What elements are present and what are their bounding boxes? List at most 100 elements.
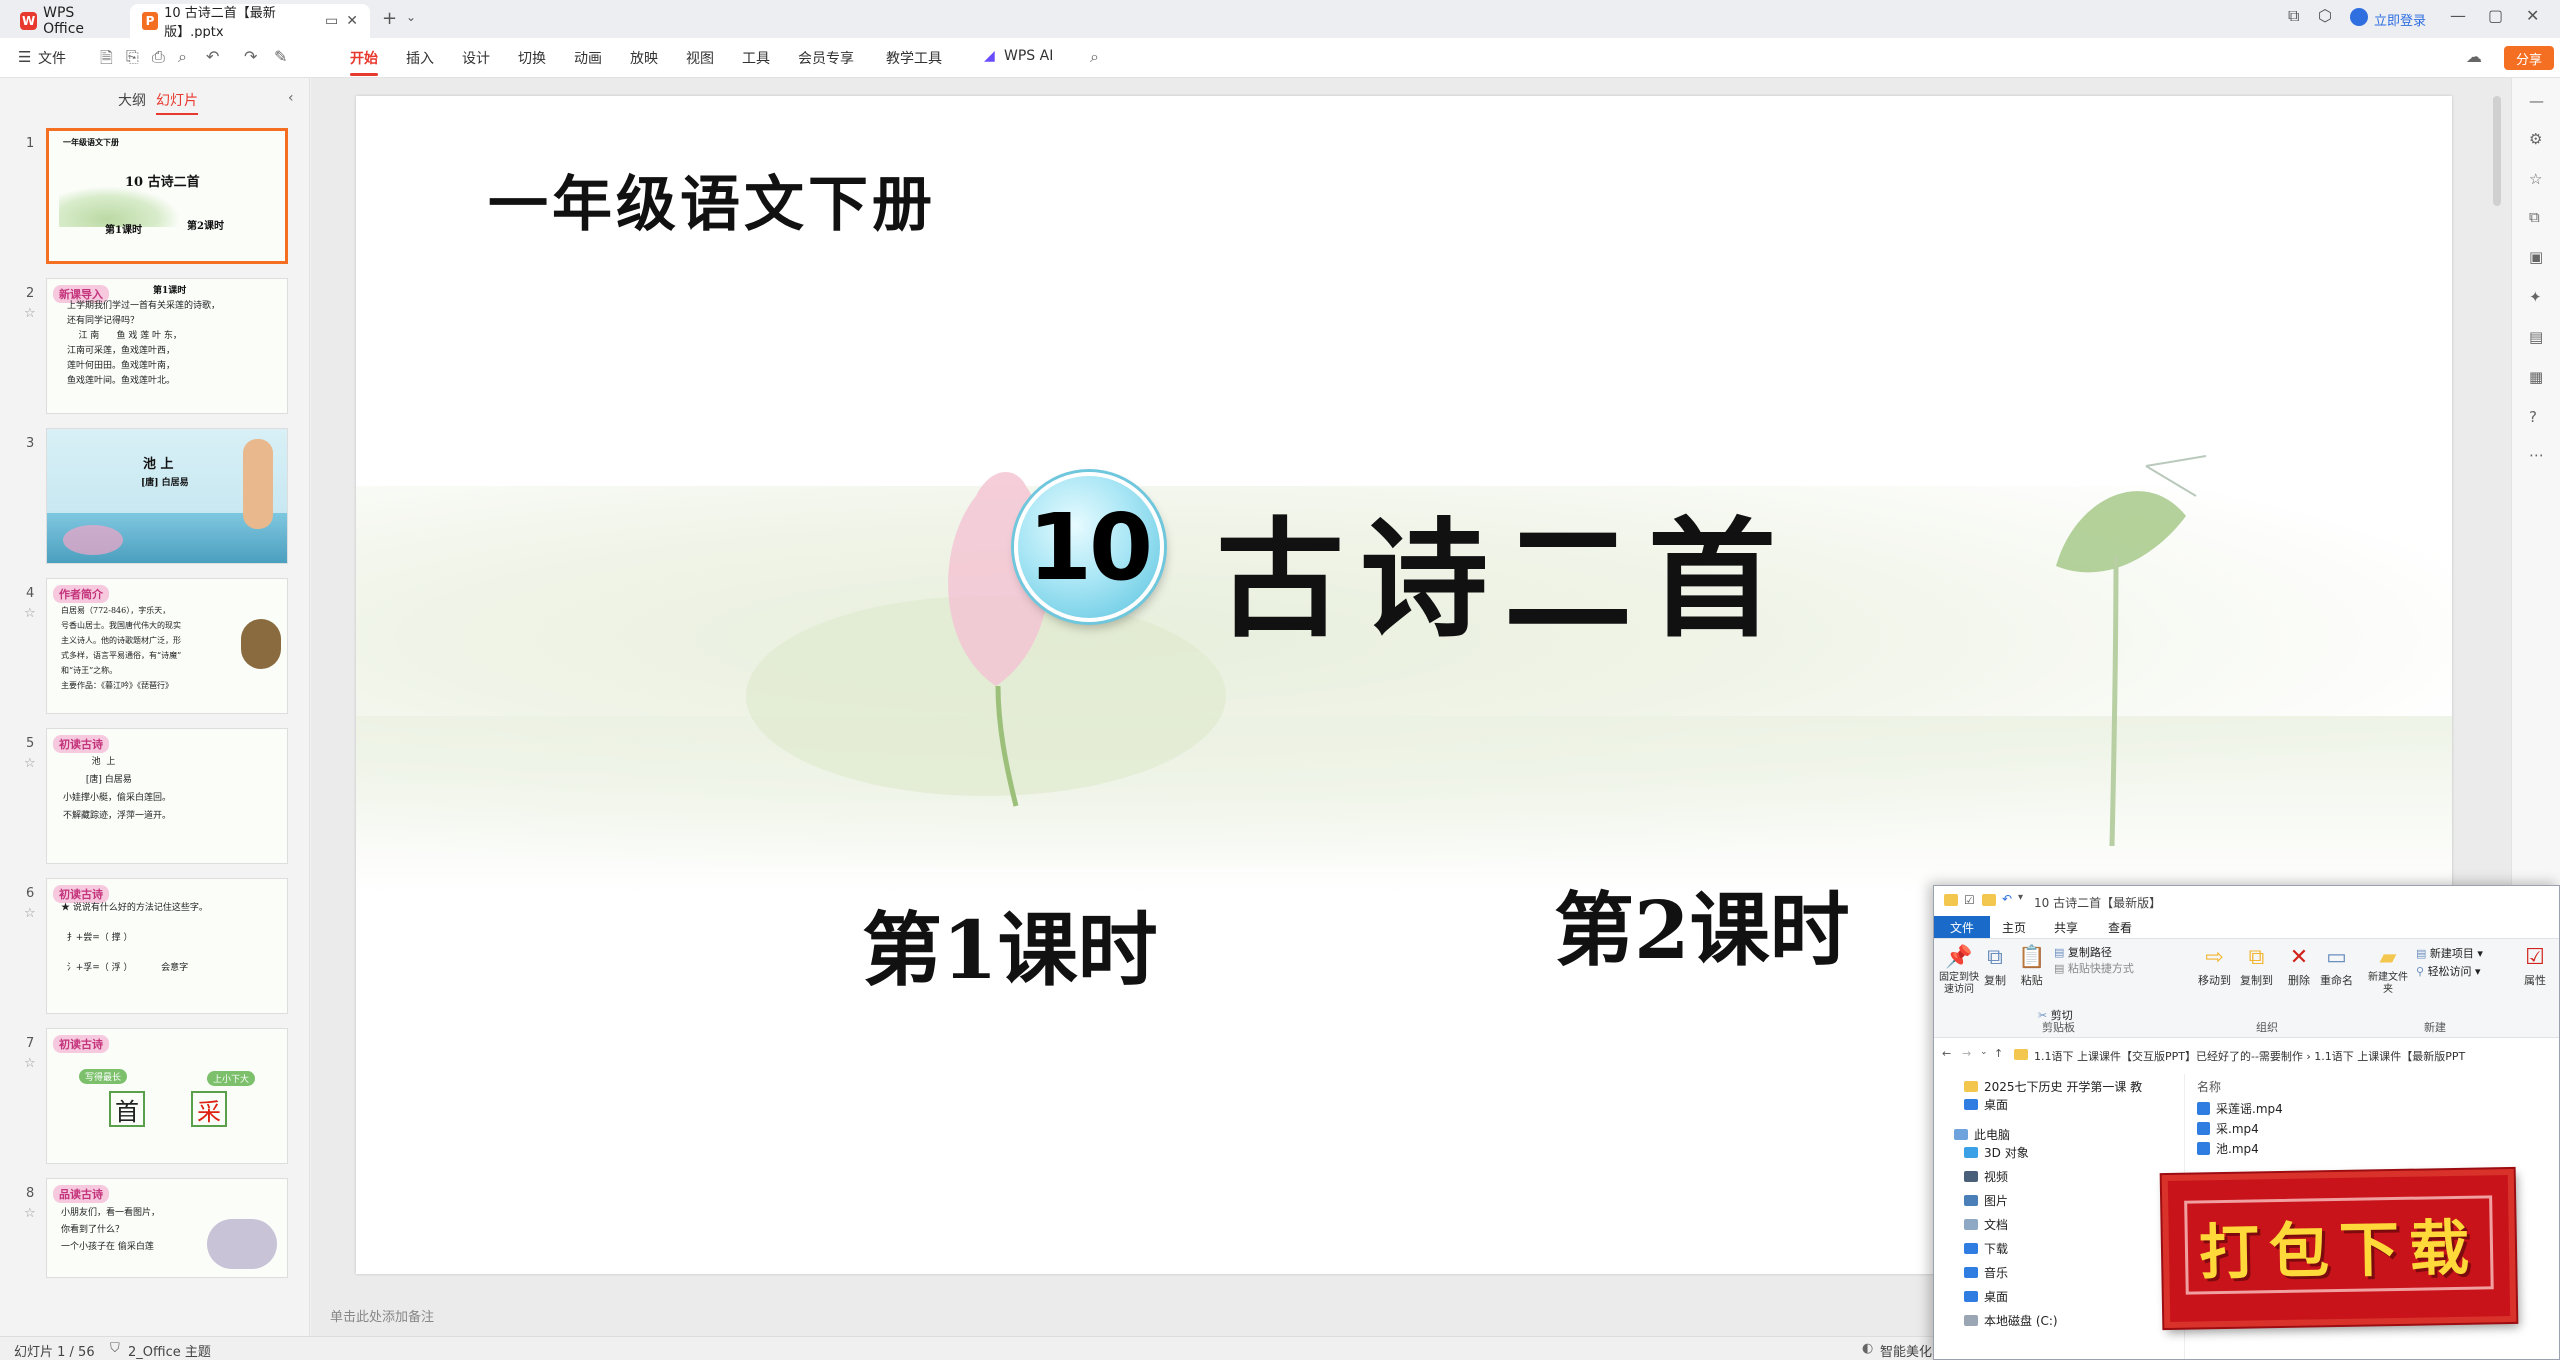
chevron-down-icon[interactable]: ▾ [2018, 892, 2023, 903]
nav-item[interactable]: 本地磁盘 (C:) [1964, 1312, 2058, 1329]
save-icon[interactable]: 🗎 [100, 47, 113, 74]
file-item[interactable]: 池.mp4 [2197, 1140, 2259, 1157]
star-icon[interactable]: ☆ [24, 906, 36, 921]
move-to-button[interactable]: ⇨ 移动到 [2198, 945, 2231, 988]
format-painter-icon[interactable]: ✎ [274, 47, 287, 66]
minus-icon[interactable]: — [2529, 92, 2544, 110]
nav-item[interactable]: 图片 [1964, 1192, 2008, 1209]
slide-heading[interactable]: 一年级语文下册 [488, 156, 936, 243]
slide-thumbnail-4[interactable]: 作者简介 白居易（772-846），字乐天， 号香山居士。我国唐代伟大的现实 主… [46, 578, 288, 714]
hamburger-icon[interactable]: ☰ [18, 48, 31, 66]
new-folder-qa-icon[interactable] [1982, 894, 1996, 906]
avatar-icon[interactable] [2350, 8, 2368, 26]
menu-teaching-tools[interactable]: 教学工具 [886, 48, 942, 68]
menu-insert[interactable]: 插入 [406, 48, 434, 68]
menu-design[interactable]: 设计 [462, 48, 490, 68]
nav-item[interactable]: 桌面 [1964, 1096, 2008, 1113]
search-icon[interactable]: ⌕ [1090, 47, 1099, 67]
magic-icon[interactable]: ✦ [2529, 288, 2542, 306]
properties-qa-icon[interactable]: ☑ [1964, 893, 1975, 907]
lesson-2-label[interactable]: 第2课时 [1554, 866, 1850, 982]
paste-shortcut-button[interactable]: ▤ 粘贴快捷方式 [2054, 961, 2134, 977]
new-folder-button[interactable]: ▰ 新建文件夹 [2368, 945, 2408, 996]
print-icon[interactable]: ⎙ [152, 47, 165, 67]
maximize-icon[interactable]: ▢ [2488, 6, 2503, 25]
undo-icon[interactable]: ↶ [206, 47, 219, 66]
nav-item[interactable]: 下载 [1964, 1240, 2008, 1257]
tab-slides[interactable]: 幻灯片 [156, 90, 198, 115]
recent-chevron-icon[interactable]: ⌄ [1980, 1047, 1988, 1057]
menu-animation[interactable]: 动画 [574, 48, 602, 68]
star-icon[interactable]: ☆ [24, 756, 36, 771]
star-icon[interactable]: ☆ [24, 306, 36, 321]
more-icon[interactable]: ⋯ [2529, 446, 2544, 464]
nav-item[interactable]: 2025七下历史 开学第一课 教 [1964, 1078, 2142, 1095]
login-link[interactable]: 立即登录 [2374, 10, 2426, 29]
layout-icon[interactable]: ⧉ [2288, 6, 2299, 26]
tab-wps-home[interactable]: W WPS Office [8, 4, 128, 38]
back-icon[interactable]: ← [1942, 1047, 1951, 1060]
sliders-icon[interactable]: ⚙ [2529, 130, 2542, 148]
redo-icon[interactable]: ↷ [244, 47, 257, 66]
forward-icon[interactable]: → [1962, 1047, 1971, 1060]
menu-slideshow[interactable]: 放映 [630, 48, 658, 68]
preview-icon[interactable]: ⌕ [178, 47, 187, 67]
menu-file[interactable]: 文件 [38, 48, 66, 68]
minimize-icon[interactable]: — [2450, 6, 2466, 25]
nav-item[interactable]: 文档 [1964, 1216, 2008, 1233]
address-bar[interactable]: 1.1语下 上课课件【交互版PPT】已经好了的--需要制作 › 1.1语下 上课… [2034, 1048, 2465, 1064]
menu-member[interactable]: 会员专享 [798, 48, 854, 68]
slide-thumbnail-5[interactable]: 初读古诗 池 上 [唐] 白居易 小娃撑小艇，偷采白莲回。 不解藏踪迹，浮萍一道… [46, 728, 288, 864]
nav-item[interactable]: 3D 对象 [1964, 1144, 2029, 1161]
nav-item[interactable]: 音乐 [1964, 1264, 2008, 1281]
menu-wps-ai[interactable]: WPS AI [1004, 48, 1053, 64]
menu-home[interactable]: 开始 [350, 48, 378, 76]
tab-home[interactable]: 主页 [2002, 919, 2026, 936]
star-icon[interactable]: ☆ [24, 1056, 36, 1071]
close-tab-icon[interactable]: ✕ [346, 13, 358, 29]
slide-thumbnail-3[interactable]: 池 上 [唐] 白居易 [46, 428, 288, 564]
slide-thumbnail-8[interactable]: 品读古诗 小朋友们，看一看图片， 你看到了什么？ 一个小孩子在 偷采白莲 [46, 1178, 288, 1278]
file-item[interactable]: 采.mp4 [2197, 1120, 2259, 1137]
slide-thumbnail-2[interactable]: 新课导入 第1课时 上学期我们学过一首有关采莲的诗歌， 还有同学记得吗？ 江 南… [46, 278, 288, 414]
file-item[interactable]: 采莲谣.mp4 [2197, 1100, 2283, 1117]
menu-view[interactable]: 视图 [686, 48, 714, 68]
copy-path-button[interactable]: ▤ 复制路径 [2054, 945, 2134, 961]
pin-quick-access-button[interactable]: 📌 固定到快速访问 [1938, 945, 1980, 996]
nav-item[interactable]: 此电脑 [1954, 1126, 2010, 1143]
copy-to-button[interactable]: ⧉ 复制到 [2240, 945, 2273, 988]
monitor-icon[interactable]: ▭ [325, 13, 338, 29]
star-icon[interactable]: ☆ [2529, 170, 2542, 188]
properties-button[interactable]: ☑ 属性 [2524, 945, 2546, 988]
tab-file[interactable]: 文件 [1934, 916, 1990, 938]
lesson-number-badge[interactable]: 10 [1014, 472, 1164, 622]
cloud-icon[interactable]: ☁ [2466, 47, 2482, 66]
nav-item[interactable]: 桌面 [1964, 1288, 2008, 1305]
star-icon[interactable]: ☆ [24, 1206, 36, 1221]
menu-transition[interactable]: 切换 [518, 48, 546, 68]
slide-thumbnail-1[interactable]: 一年级语文下册 10 古诗二首 第1课时 第2课时 [46, 128, 288, 264]
paste-button[interactable]: 📋 粘贴 [2018, 945, 2045, 988]
download-banner[interactable]: 打包下载 [2161, 1168, 2517, 1329]
chevron-down-icon[interactable]: ⌄ [406, 10, 416, 24]
tab-outline[interactable]: 大纲 [118, 90, 146, 110]
new-item-button[interactable]: ▤ 新建项目 ▾ [2416, 945, 2483, 963]
beautify-button[interactable]: 智能美化 [1880, 1341, 1932, 1360]
menu-tools[interactable]: 工具 [742, 48, 770, 68]
theme-name[interactable]: 2_Office 主题 [128, 1341, 211, 1360]
rename-button[interactable]: ▭ 重命名 [2320, 945, 2353, 988]
copy-icon[interactable]: ⧉ [2529, 208, 2540, 226]
book-icon[interactable]: ▤ [2529, 328, 2543, 346]
tab-share[interactable]: 共享 [2054, 919, 2078, 936]
export-icon[interactable]: ⎘ [126, 47, 139, 67]
up-icon[interactable]: ↑ [1994, 1047, 2003, 1060]
tab-view[interactable]: 查看 [2108, 919, 2132, 936]
column-header-name[interactable]: 名称 [2197, 1078, 2221, 1095]
star-icon[interactable]: ☆ [24, 606, 36, 621]
lesson-1-label[interactable]: 第1课时 [862, 886, 1158, 1002]
nav-item[interactable]: 视频 [1964, 1168, 2008, 1185]
image-icon[interactable]: ▣ [2529, 248, 2543, 266]
vertical-scrollbar[interactable] [2493, 96, 2501, 206]
collapse-panel-icon[interactable]: ‹ [288, 90, 294, 106]
close-window-icon[interactable]: ✕ [2526, 6, 2539, 25]
